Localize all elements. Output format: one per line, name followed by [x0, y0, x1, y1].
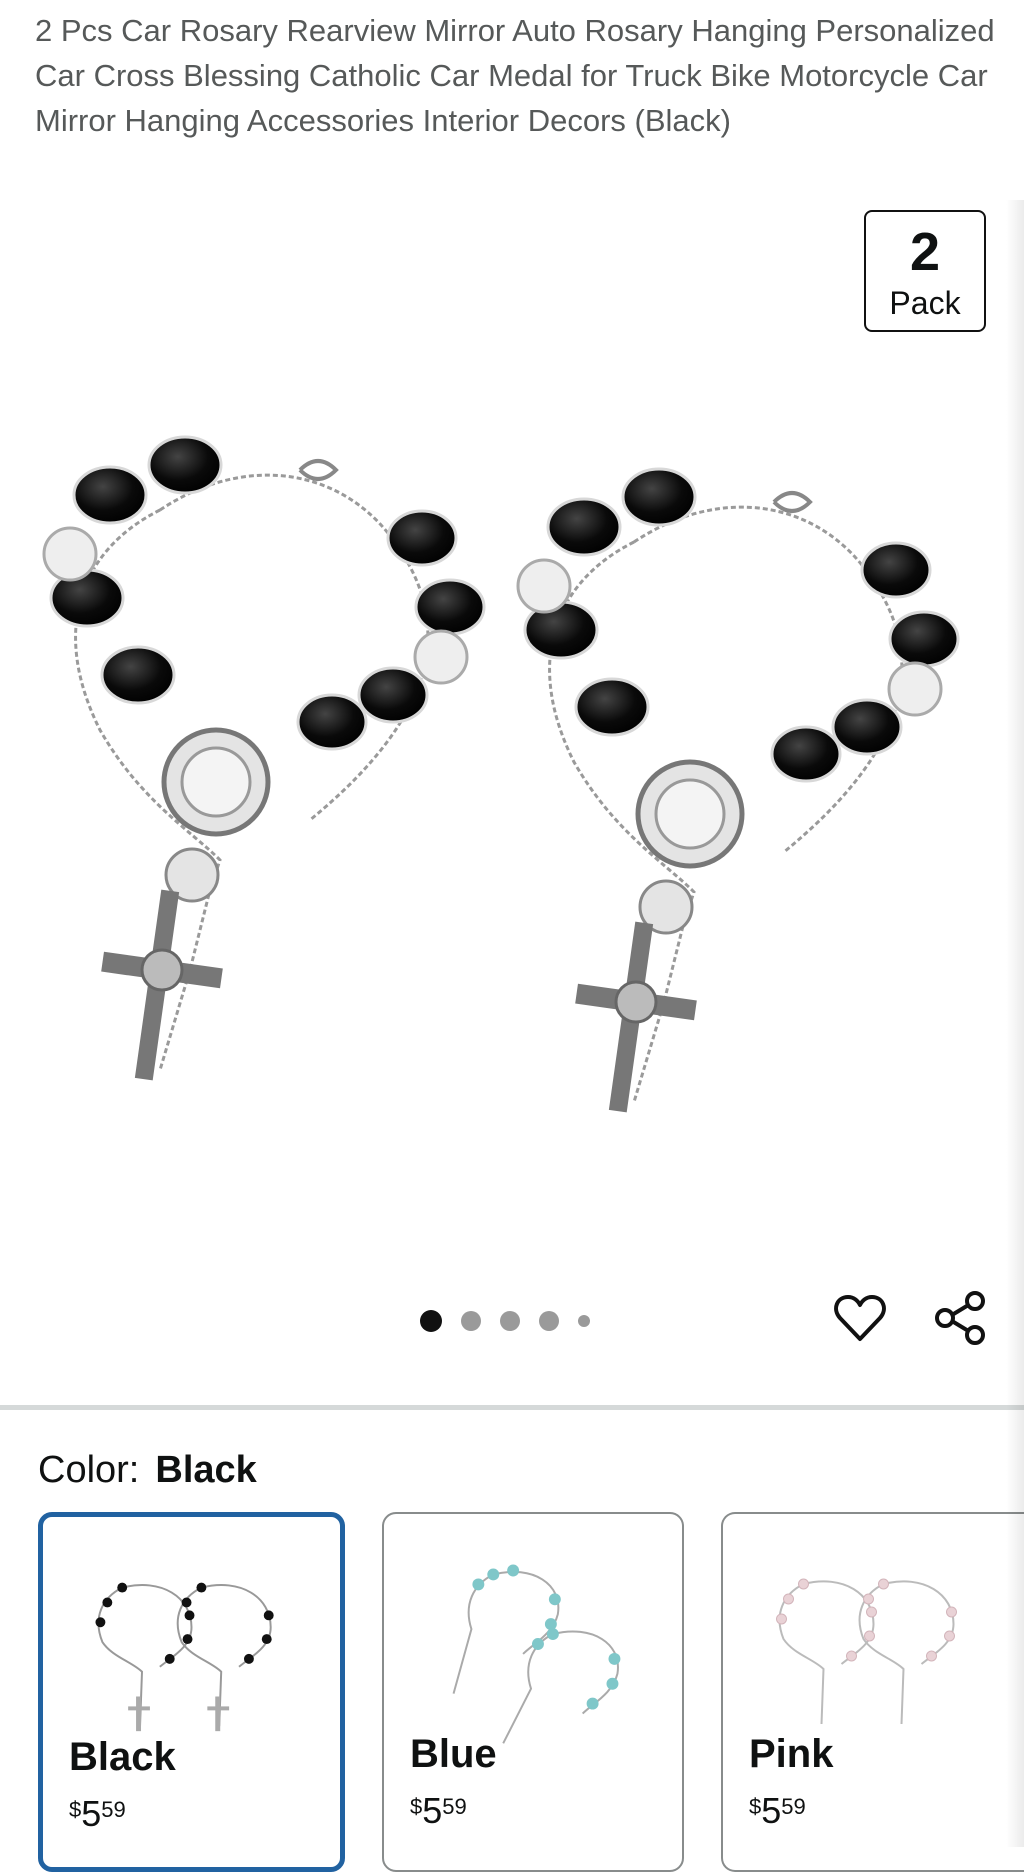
image-pagination[interactable]: [420, 1310, 609, 1332]
pack-count-number: 2: [909, 222, 941, 282]
product-title: 2 Pcs Car Rosary Rearview Mirror Auto Ro…: [35, 13, 995, 138]
color-selected-value: Black: [155, 1449, 257, 1491]
next-card-shadow: [1006, 200, 1024, 1847]
variant-thumbnail: [95, 1582, 274, 1732]
variant-swatch-blue[interactable]: Blue $559: [382, 1512, 684, 1872]
variant-swatch-black[interactable]: Black $559: [38, 1512, 345, 1872]
pagination-dot[interactable]: [578, 1315, 590, 1327]
heart-icon: [834, 1295, 886, 1341]
variant-thumbnail: [452, 1564, 621, 1744]
product-image: [0, 200, 1024, 1390]
variant-price: $559: [410, 1790, 467, 1831]
pagination-dot[interactable]: [539, 1311, 559, 1331]
product-image-gallery[interactable]: [0, 200, 1024, 1390]
share-button[interactable]: [930, 1288, 990, 1348]
pack-count-label: Pack: [889, 285, 961, 321]
variant-name: Pink: [749, 1732, 834, 1776]
variant-name: Blue: [410, 1732, 497, 1776]
section-divider: [0, 1405, 1024, 1410]
wishlist-button[interactable]: [830, 1288, 890, 1348]
color-label: Color:: [38, 1449, 140, 1491]
variant-price: $559: [69, 1793, 126, 1834]
variant-price: $559: [749, 1790, 806, 1831]
share-icon: [935, 1291, 985, 1345]
pagination-dot[interactable]: [420, 1310, 442, 1332]
pack-count-badge: 2 Pack: [864, 210, 986, 332]
pagination-dot[interactable]: [500, 1311, 520, 1331]
color-selector-label: Color: Black: [38, 1448, 257, 1492]
pagination-dot[interactable]: [461, 1311, 481, 1331]
variant-thumbnail: [776, 1578, 957, 1725]
variant-name: Black: [69, 1735, 176, 1779]
variant-swatch-pink[interactable]: Pink $559: [721, 1512, 1024, 1872]
